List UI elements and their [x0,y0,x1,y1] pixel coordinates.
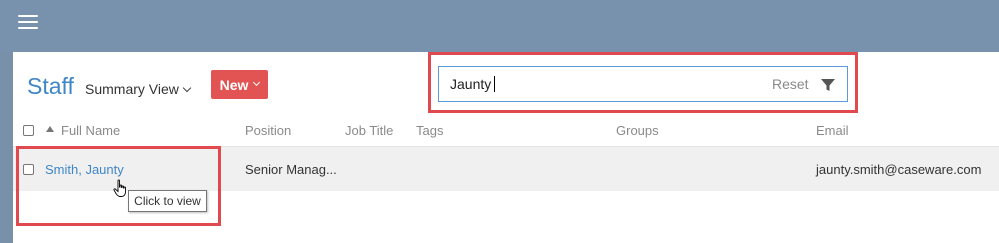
position-cell: Senior Manag... [245,162,337,177]
reset-button[interactable]: Reset [772,76,809,92]
column-header-position[interactable]: Position [245,123,291,138]
chevron-down-icon [182,83,192,93]
column-header-job-title[interactable]: Job Title [345,123,393,138]
hamburger-menu-icon[interactable] [18,15,38,31]
new-button-label: New [219,76,249,93]
column-header-full-name[interactable]: Full Name [61,123,120,138]
select-all-checkbox[interactable] [23,125,34,136]
filter-funnel-icon[interactable] [820,77,836,93]
top-bar [0,0,999,52]
view-select-label: Summary View [85,81,179,97]
tooltip: Click to view [128,190,207,212]
hand-pointer-icon [113,179,126,197]
table-header: Full Name Position Job Title Tags Groups… [13,116,999,147]
column-header-groups[interactable]: Groups [616,123,659,138]
search-input[interactable] [450,75,750,93]
new-button[interactable]: New [211,70,268,99]
search-box: Reset [438,66,848,102]
column-header-email[interactable]: Email [816,123,849,138]
chevron-down-icon [253,78,261,87]
email-cell: jaunty.smith@caseware.com [816,162,982,177]
page-title: Staff [27,73,74,99]
view-select-dropdown[interactable]: Summary View [85,81,192,97]
text-caret [494,76,495,92]
staff-panel: Staff Summary View New Reset Full Name P… [13,52,999,243]
sort-ascending-icon[interactable] [46,126,54,132]
column-header-tags[interactable]: Tags [416,123,443,138]
